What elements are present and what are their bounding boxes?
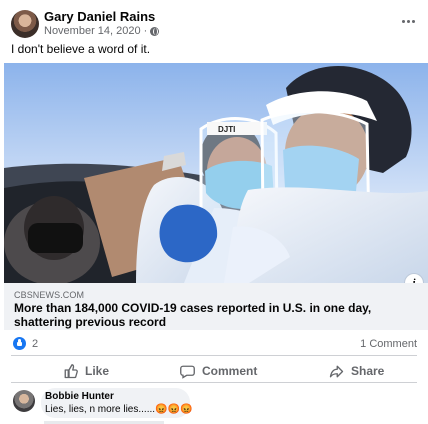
share-label: Share: [351, 364, 385, 378]
link-headline[interactable]: More than 184,000 COVID-19 cases reporte…: [14, 301, 414, 329]
post-message: I don't believe a word of it.: [11, 42, 151, 56]
commenter-name[interactable]: Bobbie Hunter: [45, 391, 114, 402]
link-preview[interactable]: CBSNEWS.COM More than 184,000 COVID-19 c…: [4, 283, 428, 330]
comment-icon: [180, 365, 195, 379]
reaction-summary[interactable]: 2: [13, 337, 38, 350]
more-options-button[interactable]: [398, 11, 418, 31]
facebook-post: Gary Daniel Rains November 14, 2020 · I …: [0, 0, 428, 424]
reaction-count: 2: [32, 337, 39, 350]
post-meta: November 14, 2020 ·: [44, 25, 160, 37]
post-date[interactable]: November 14, 2020: [44, 25, 141, 37]
comment-bubble[interactable]: Bobbie Hunter Lies, lies, n more lies...…: [41, 388, 193, 418]
more-options-icon: [401, 19, 405, 23]
globe-icon: [150, 26, 160, 36]
comment-text: Lies, lies, n more lies......😡😡😡: [45, 404, 193, 415]
shared-link-image[interactable]: DJTI: [4, 63, 428, 283]
action-divider-top: [11, 355, 417, 356]
comment-button[interactable]: Comment: [180, 361, 257, 381]
author-avatar[interactable]: [11, 10, 39, 38]
commenter-avatar[interactable]: [13, 390, 35, 412]
medical-workers-photo: DJTI: [4, 63, 428, 283]
share-button[interactable]: Share: [329, 361, 384, 381]
like-button[interactable]: Like: [63, 361, 109, 381]
like-label: Like: [85, 364, 110, 378]
comment-count[interactable]: 1 Comment: [360, 338, 417, 350]
action-divider-bottom: [11, 382, 417, 383]
date-separator: ·: [143, 25, 148, 37]
thumbs-up-icon: [64, 363, 78, 378]
author-name[interactable]: Gary Daniel Rains: [44, 9, 155, 24]
like-reaction-icon: [13, 337, 26, 350]
share-icon: [329, 365, 344, 377]
svg-text:DJTI: DJTI: [218, 125, 235, 134]
comment-label: Comment: [202, 364, 258, 378]
link-domain: CBSNEWS.COM: [14, 290, 85, 300]
